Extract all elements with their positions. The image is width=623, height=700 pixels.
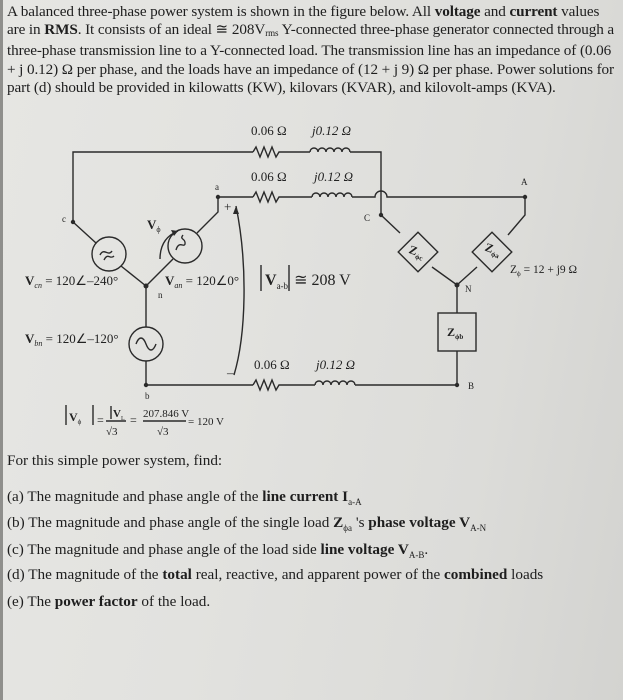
wire-C-load [380,214,401,234]
inductor-b [314,380,356,386]
formula-vl: VL [113,408,125,422]
wire-load-n [431,266,478,286]
node-b-dot [143,382,149,388]
resistor-c [252,145,310,159]
intro-text: A balanced three-phase power system is s… [7,3,435,20]
node-A-dot [522,194,528,200]
minus-sign: – [226,365,234,380]
node-C-label: C [364,213,370,223]
label-r-a: 0.06 Ω [251,169,287,184]
label-r-c: 0.06 Ω [251,123,287,138]
node-b-label: b [145,391,150,401]
question-c: (c) The magnitude and phase angle of the… [7,541,429,560]
sine-glyph [135,337,157,351]
resistor-b [252,378,315,392]
intro-text: . It consists of an ideal ≅ 208V [77,21,266,39]
node-c-label: c [62,214,66,224]
voltage-arrow [233,205,245,376]
vphi-arrow [159,230,179,260]
node-A-label: A [521,177,528,187]
node-C-dot [378,212,384,218]
circuit-diagram: 0.06 Ω j0.12 Ω 0.06 Ω j0.12 Ω 0.06 Ω j0.… [25,123,577,438]
load-zc-box [397,231,439,273]
formula-vphi: Vϕ [69,410,82,426]
van-label: Van = 120∠0° [165,273,239,290]
node-B-dot [454,382,460,388]
vbn-label: Vbn = 120∠–120° [25,331,119,348]
problem-statement: A balanced three-phase power system is s… [7,3,619,97]
load-zb-label: Zϕb [447,325,463,341]
inductor-a [311,192,353,198]
node-B-label: B [468,381,474,391]
formula-result: = 120 V [188,416,224,428]
find-prompt: For this simple power system, find: [7,452,223,469]
question-b: (b) The magnitude and phase angle of the… [7,514,487,533]
arrowhead [233,206,239,214]
bold-rms: RMS [44,21,78,39]
vphi-label: Vϕ [147,217,161,234]
label-x-c: j0.12 Ω [310,123,351,138]
bold-current: current [509,3,558,20]
wire-c-load [350,151,382,215]
formula-eq: = [130,413,137,427]
vcn-label: Vcn = 120∠–240° [25,273,118,290]
question-a: (a) The magnitude and phase angle of the… [7,488,362,507]
node-n-label: n [158,290,163,300]
wire-a-load [352,190,526,236]
plus-sign: + [224,199,231,214]
node-N-dot [454,282,460,288]
node-a-label: a [215,182,219,192]
source-c [91,236,127,272]
formula-numerator: 207.846 V [143,408,189,420]
label-x-a: j0.12 Ω [312,169,353,184]
wire-a-gen [196,197,219,234]
formula-sqrt3: √3 [157,426,169,438]
node-c-dot [70,219,76,225]
formula-eq: = [97,413,104,427]
node-a-dot [215,194,221,200]
wire-c-n [120,265,147,287]
formula-sqrt3: √3 [106,426,118,438]
sine-glyph [175,234,186,251]
resistor-a [252,190,312,204]
inductor-c [309,147,351,153]
label-x-b: j0.12 Ω [314,357,355,372]
load-zb-box [437,312,477,352]
zphi-equation: Zϕ = 12 + j9 Ω [510,264,577,278]
wire-c-gen [72,221,97,244]
question-e: (e) The power factor of the load. [7,593,211,610]
vab-label: Va-b ≅ 208 V [265,272,351,291]
load-zc-label: Zϕc [406,242,426,262]
question-d: (d) The magnitude of the total real, rea… [7,566,544,583]
load-za-label: Zϕa [482,240,503,261]
node-N-label: N [465,284,472,294]
node-n-dot [143,283,149,289]
intro-text: and [480,3,510,20]
bold-voltage: voltage [434,3,481,20]
sine-glyph [99,250,115,261]
label-r-b: 0.06 Ω [254,357,290,372]
rms-subscript: rms [265,28,279,39]
